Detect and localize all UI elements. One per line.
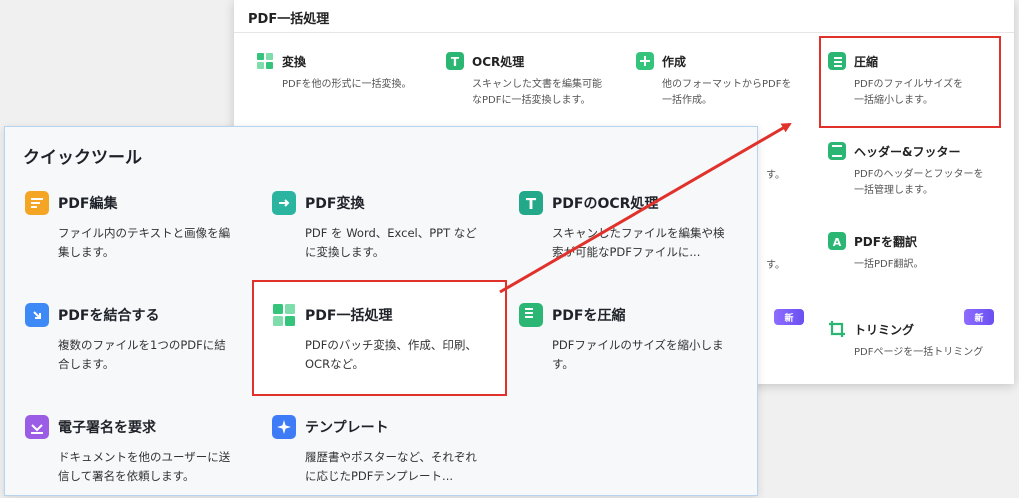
batch-translate-item[interactable]: A PDFを翻訳 一括PDF翻訳。 (828, 232, 998, 273)
batch-panel-title: PDF一括処理 (248, 12, 330, 27)
tool-batch-process-desc: PDFのバッチ変換、作成、印刷、OCRなど。 (305, 338, 477, 371)
ocr-pdf-icon: T (519, 191, 543, 215)
tool-convert-pdf-desc: PDF を Word、Excel、PPT などに変換します。 (305, 226, 477, 259)
tool-edit-pdf-desc: ファイル内のテキストと画像を編集します。 (58, 226, 231, 259)
quick-tools-panel: クイックツール PDF編集 ファイル内のテキストと画像を編集します。 PDF変換… (4, 126, 758, 496)
tool-template-label: テンプレート (305, 420, 389, 436)
new-badge: 新 (774, 309, 804, 325)
tool-compress-pdf[interactable]: PDFを圧縮 PDFファイルのサイズを縮小します。 (519, 303, 729, 374)
tool-ocr-pdf[interactable]: T PDFのOCR処理 スキャンしたファイルを編集や検索が可能なPDFファイルに… (519, 191, 729, 262)
tool-batch-process-label: PDF一括処理 (305, 308, 393, 324)
tool-template-desc: 履歴書やポスターなど、それぞれに応じたPDFテンプレート... (305, 450, 477, 483)
batch-create-desc: 他のフォーマットからPDFを一括作成。 (662, 79, 792, 106)
batch-header-footer-desc: PDFのヘッダーとフッターを一括管理します。 (854, 169, 984, 196)
batch-ocr-desc: スキャンした文書を編集可能なPDFに一括変換します。 (472, 79, 602, 106)
quick-tools-title: クイックツール (23, 148, 142, 168)
svg-text:T: T (451, 55, 460, 69)
tool-edit-pdf-label: PDF編集 (58, 196, 118, 212)
batch-translate-desc: 一括PDF翻訳。 (854, 259, 924, 270)
svg-text:A: A (833, 236, 842, 249)
tool-convert-pdf[interactable]: PDF変換 PDF を Word、Excel、PPT などに変換します。 (272, 191, 482, 262)
ocr-t-icon: T (446, 52, 464, 70)
batch-convert-item[interactable]: 変換 PDFを他の形式に一括変換。 (256, 52, 426, 93)
crop-icon (828, 320, 846, 338)
tool-merge-pdf-desc: 複数のファイルを1つのPDFに結合します。 (58, 338, 226, 371)
edit-pdf-icon (25, 191, 49, 215)
batch-crop-label: トリミング (854, 322, 915, 337)
batch-ocr-item[interactable]: T OCR処理 スキャンした文書を編集可能なPDFに一括変換します。 (446, 52, 606, 109)
svg-text:T: T (526, 195, 537, 213)
batch-header-footer-item[interactable]: ヘッダー&フッター PDFのヘッダーとフッターを一括管理します。 (828, 142, 993, 199)
merge-pdf-icon (25, 303, 49, 327)
divider (234, 32, 1014, 33)
tool-batch-process[interactable]: PDF一括処理 PDFのバッチ変換、作成、印刷、OCRなど。 (272, 303, 482, 374)
batch-create-label: 作成 (662, 54, 687, 69)
hidden-desc-fragment: す。 (766, 260, 785, 271)
batch-ocr-label: OCR処理 (472, 54, 525, 69)
hidden-desc-fragment: す。 (766, 170, 785, 181)
tool-esign-label: 電子署名を要求 (58, 420, 156, 436)
header-footer-icon (828, 142, 846, 160)
batch-crop-item[interactable]: トリミング PDFページを一括トリミング (828, 320, 993, 361)
create-plus-icon (636, 52, 654, 70)
convert-grid-icon (256, 52, 274, 70)
tool-merge-pdf[interactable]: PDFを結合する 複数のファイルを1つのPDFに結合します。 (25, 303, 235, 374)
new-badge: 新 (964, 309, 994, 325)
tool-edit-pdf[interactable]: PDF編集 ファイル内のテキストと画像を編集します。 (25, 191, 235, 262)
tool-ocr-pdf-desc: スキャンしたファイルを編集や検索が可能なPDFファイルに... (552, 226, 725, 259)
tool-compress-pdf-desc: PDFファイルのサイズを縮小します。 (552, 338, 724, 371)
batch-convert-desc: PDFを他の形式に一括変換。 (282, 79, 412, 90)
esign-icon (25, 415, 49, 439)
translate-icon: A (828, 232, 846, 250)
batch-header-footer-label: ヘッダー&フッター (854, 144, 961, 159)
batch-create-item[interactable]: 作成 他のフォーマットからPDFを一括作成。 (636, 52, 801, 109)
convert-pdf-icon (272, 191, 296, 215)
tool-esign-desc: ドキュメントを他のユーザーに送信して署名を依頼します。 (58, 450, 231, 483)
batch-convert-label: 変換 (282, 54, 307, 69)
tool-ocr-pdf-label: PDFのOCR処理 (552, 196, 659, 212)
tool-merge-pdf-label: PDFを結合する (58, 308, 160, 324)
template-icon (272, 415, 296, 439)
highlight-box-compress (819, 36, 1001, 128)
tool-esign[interactable]: 電子署名を要求 ドキュメントを他のユーザーに送信して署名を依頼します。 (25, 415, 235, 486)
batch-crop-desc: PDFページを一括トリミング (854, 347, 984, 358)
tool-convert-pdf-label: PDF変換 (305, 196, 365, 212)
batch-process-icon (272, 303, 296, 327)
batch-translate-label: PDFを翻訳 (854, 234, 917, 249)
tool-template[interactable]: テンプレート 履歴書やポスターなど、それぞれに応じたPDFテンプレート... (272, 415, 482, 486)
compress-pdf-icon (519, 303, 543, 327)
tool-compress-pdf-label: PDFを圧縮 (552, 308, 626, 324)
